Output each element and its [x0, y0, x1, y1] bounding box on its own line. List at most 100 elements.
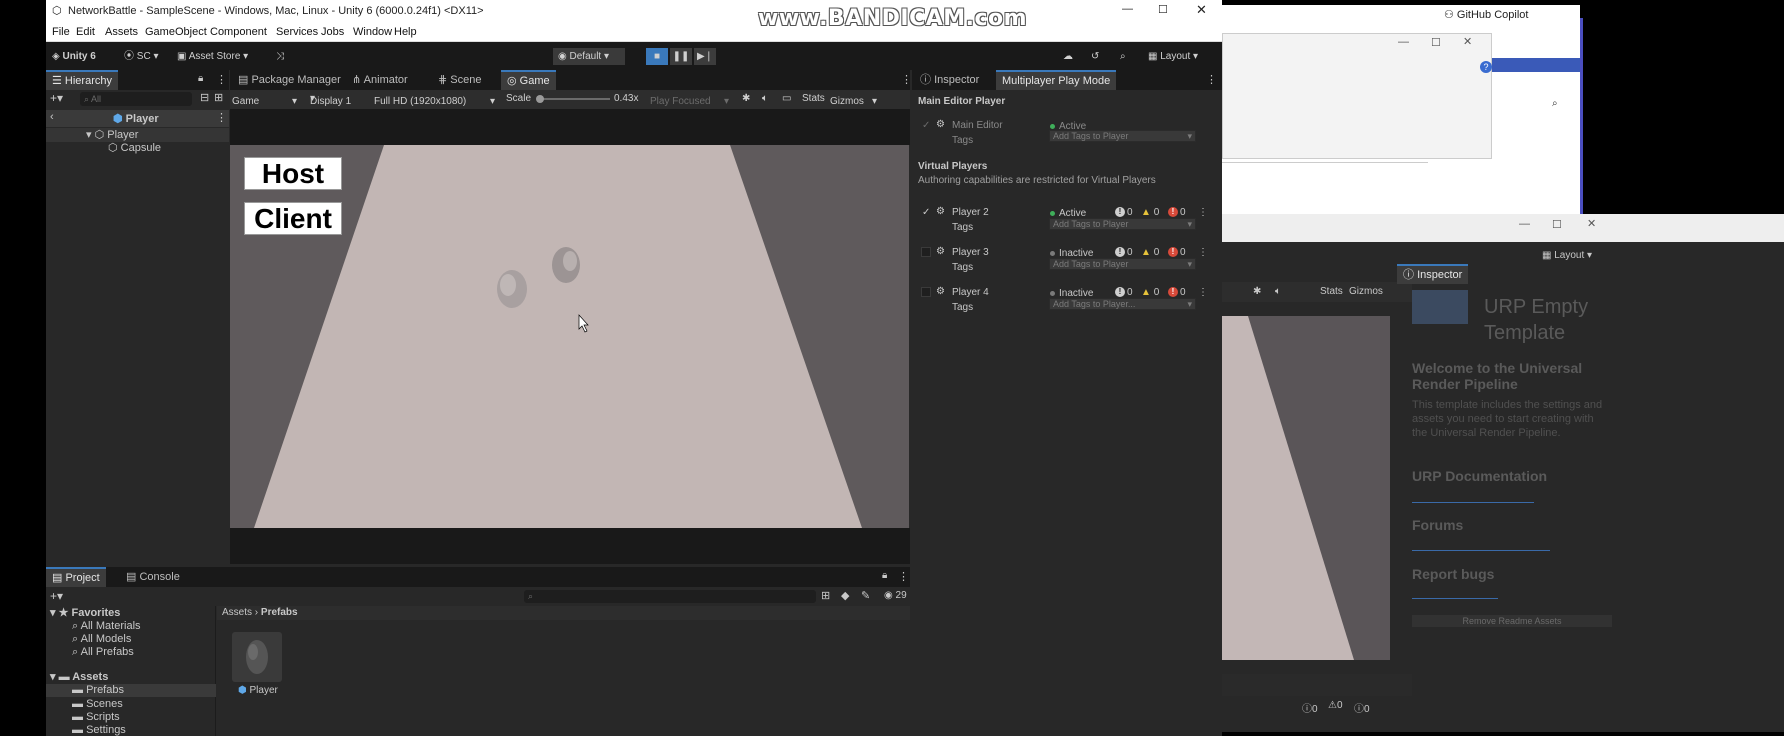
- aspect-icon[interactable]: ▭: [782, 93, 791, 104]
- search-by-type-icon[interactable]: ⊞: [821, 589, 830, 602]
- hierarchy-item-player[interactable]: ▾ ⬡ Player: [86, 128, 138, 141]
- hierarchy-search-input[interactable]: ⌕ All: [80, 92, 192, 106]
- close-icon[interactable]: ✕: [1463, 35, 1472, 48]
- lock-icon[interactable]: 🔒︎: [882, 570, 887, 581]
- main-editor-tags-dropdown[interactable]: Add Tags to Player ▾: [1049, 130, 1196, 142]
- build-profile-dropdown[interactable]: ◉ Default ▾: [553, 48, 625, 65]
- lock-icon[interactable]: 🔒︎: [198, 73, 203, 84]
- menu-help[interactable]: Help: [394, 26, 417, 38]
- more-icon[interactable]: ⋮: [1198, 287, 1208, 298]
- gizmos-toggle[interactable]: Gizmos: [1349, 286, 1383, 297]
- bug-icon[interactable]: ✱: [1253, 286, 1261, 297]
- display-dropdown[interactable]: Display 1 ▾: [310, 93, 351, 107]
- maximize-icon[interactable]: ☐: [1431, 36, 1441, 49]
- more-icon[interactable]: ⋮: [216, 111, 227, 124]
- search-by-label-icon[interactable]: ◆: [841, 589, 849, 602]
- play-stop-button[interactable]: ■: [646, 48, 668, 65]
- player-2-checkbox[interactable]: ✓: [922, 207, 930, 218]
- player-2-tags-dropdown[interactable]: Add Tags to Player ▾: [1049, 218, 1196, 230]
- tab-project[interactable]: ▤ Project: [46, 567, 106, 587]
- player-3-checkbox[interactable]: [921, 247, 931, 257]
- minimize-icon[interactable]: —: [1122, 3, 1133, 15]
- folder-prefabs[interactable]: ▬ Prefabs: [72, 684, 124, 696]
- help-icon[interactable]: ?: [1480, 61, 1492, 73]
- menu-edit[interactable]: Edit: [76, 26, 95, 38]
- tab-package-manager[interactable]: ▤ Package Manager: [232, 70, 347, 90]
- stats-toggle[interactable]: Stats: [1320, 286, 1343, 297]
- layout-dropdown[interactable]: ▦ Layout ▾: [1148, 48, 1198, 65]
- version-control-icon[interactable]: ⤨: [276, 48, 284, 65]
- cloud-icon[interactable]: ☁: [1063, 48, 1073, 65]
- more-icon[interactable]: ⋮: [901, 73, 912, 86]
- asset-player-prefab[interactable]: [232, 632, 282, 682]
- search-icon[interactable]: ⌕: [1552, 98, 1558, 109]
- history-icon[interactable]: ↺: [1091, 48, 1099, 65]
- favorites-header[interactable]: ▾ ★ Favorites: [50, 606, 120, 619]
- bug-icon[interactable]: ✱: [742, 93, 750, 104]
- layout-dropdown[interactable]: ▦ Layout ▾: [1542, 250, 1592, 261]
- more-icon[interactable]: ⋮: [1198, 247, 1208, 258]
- minimize-icon[interactable]: —: [1519, 218, 1530, 230]
- github-copilot-label[interactable]: ⚇ GitHub Copilot: [1444, 8, 1528, 21]
- tab-hierarchy[interactable]: ☰ Hierarchy: [46, 70, 118, 90]
- urp-docs-link[interactable]: [1412, 502, 1534, 503]
- create-button[interactable]: +▾: [50, 91, 63, 105]
- client-button[interactable]: Client: [244, 202, 342, 235]
- tab-inspector-right[interactable]: ⓘ Inspector: [1397, 264, 1469, 284]
- menu-services[interactable]: Services: [276, 26, 318, 38]
- back-arrow-icon[interactable]: ‹: [50, 111, 54, 123]
- folder-scripts[interactable]: ▬ Scripts: [72, 711, 120, 723]
- step-button[interactable]: ▶❘: [694, 48, 716, 65]
- asset-store-dropdown[interactable]: ▣ Asset Store ▾: [177, 48, 248, 65]
- menu-assets[interactable]: Assets: [105, 26, 138, 38]
- search-icon[interactable]: ⌕: [1120, 48, 1126, 65]
- player-3-tags-dropdown[interactable]: Add Tags to Player ▾: [1049, 258, 1196, 270]
- stats-toggle[interactable]: Stats: [802, 93, 825, 104]
- favorite-all-models[interactable]: ⌕ All Models: [72, 633, 131, 646]
- player-4-checkbox[interactable]: [921, 287, 931, 297]
- folder-settings[interactable]: ▬ Settings: [72, 724, 126, 736]
- menu-component[interactable]: Component: [210, 26, 267, 38]
- maximize-icon[interactable]: ☐: [1158, 3, 1168, 16]
- tab-game[interactable]: ◎ Game: [501, 70, 556, 90]
- tab-scene[interactable]: ⋕ Scene: [432, 70, 487, 90]
- more-icon[interactable]: ⋮: [1206, 73, 1217, 86]
- menu-gameobject[interactable]: GameObject: [145, 26, 207, 38]
- report-bugs-link[interactable]: [1412, 598, 1498, 599]
- maximize-icon[interactable]: ☐: [1552, 218, 1562, 231]
- favorite-all-materials[interactable]: ⌕ All Materials: [72, 620, 141, 633]
- pin-icon[interactable]: ✎: [861, 589, 870, 602]
- project-search-input[interactable]: ⌕: [524, 590, 816, 603]
- audio-icon[interactable]: 🔈︎: [762, 93, 768, 104]
- player-4-tags-dropdown[interactable]: Add Tags to Player... ▾: [1049, 298, 1196, 310]
- host-button[interactable]: Host: [244, 157, 342, 190]
- close-icon[interactable]: ✕: [1587, 217, 1596, 230]
- create-button[interactable]: +▾: [50, 589, 63, 603]
- assets-folder-header[interactable]: ▾ ▬ Assets: [50, 670, 108, 683]
- filter-icon[interactable]: ⊟: [200, 91, 209, 104]
- pause-button[interactable]: ❚❚: [670, 48, 692, 65]
- account-dropdown[interactable]: ⦿ SC ▾: [124, 48, 159, 65]
- expand-arrow-icon[interactable]: ▾: [86, 129, 95, 141]
- more-icon[interactable]: ⋮: [1198, 207, 1208, 218]
- hidden-count[interactable]: ◉ 29: [884, 590, 907, 601]
- hierarchy-item-capsule[interactable]: ⬡ Capsule: [108, 141, 161, 154]
- breadcrumb-prefabs[interactable]: Prefabs: [261, 607, 298, 618]
- forums-link[interactable]: [1412, 550, 1550, 551]
- tab-multiplayer-play-mode[interactable]: Multiplayer Play Mode: [996, 70, 1117, 90]
- menu-jobs[interactable]: Jobs: [321, 26, 344, 38]
- audio-icon[interactable]: 🔈︎: [1275, 286, 1281, 297]
- scene-visibility-icon[interactable]: ⊞: [214, 91, 223, 104]
- more-icon[interactable]: ⋮: [216, 73, 227, 86]
- scale-slider-handle[interactable]: [536, 95, 544, 103]
- breadcrumb-assets[interactable]: Assets: [222, 607, 252, 618]
- tab-console[interactable]: ▤ Console: [120, 567, 186, 587]
- close-icon[interactable]: ✕: [1196, 2, 1207, 18]
- folder-scenes[interactable]: ▬ Scenes: [72, 698, 123, 710]
- tab-animator[interactable]: ⋔ Animator: [346, 70, 414, 90]
- remove-readme-button[interactable]: Remove Readme Assets: [1412, 615, 1612, 627]
- minimize-icon[interactable]: —: [1398, 36, 1409, 48]
- favorite-all-prefabs[interactable]: ⌕ All Prefabs: [72, 646, 134, 659]
- unity-account-button[interactable]: ◈ Unity 6: [52, 48, 96, 65]
- scale-slider[interactable]: [536, 95, 610, 103]
